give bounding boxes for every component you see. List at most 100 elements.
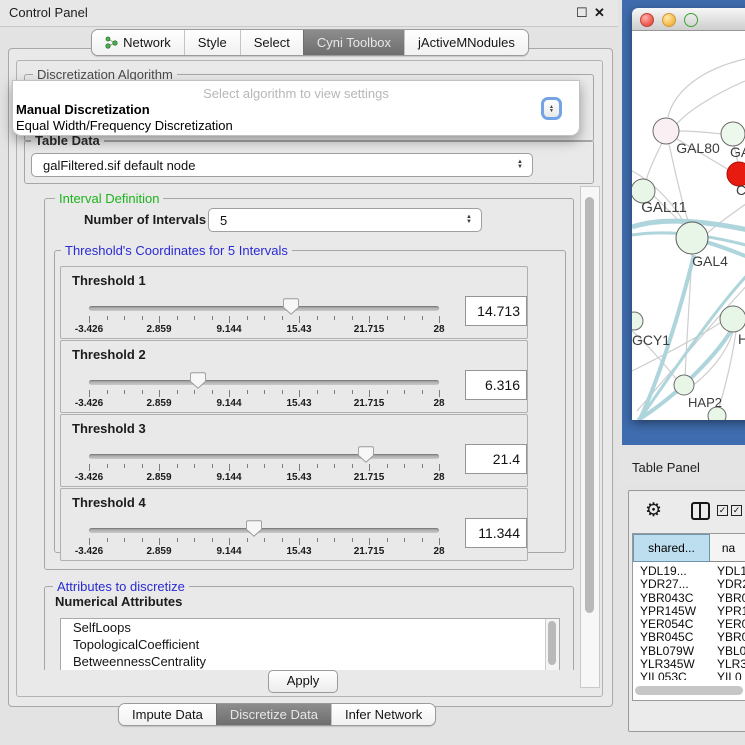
node-hap2[interactable]	[674, 375, 694, 395]
attributes-scrollbar[interactable]	[545, 619, 559, 670]
threshold-label: Threshold 4	[72, 495, 146, 510]
slider-tick	[124, 390, 125, 394]
slider-tick	[264, 316, 265, 320]
algorithm-combo-stepper[interactable]: ▲▼	[541, 97, 562, 120]
shared-name-cell: YDL19...	[640, 564, 687, 578]
algorithm-option-equal-width[interactable]: Equal Width/Frequency Discretization	[16, 118, 233, 133]
slider-tick-label: -3.426	[75, 472, 103, 483]
shared-name-cell: YBR043C	[640, 591, 693, 605]
slider-tick	[124, 538, 125, 542]
slider-tick	[89, 390, 90, 397]
node-label: HAP2	[688, 395, 722, 410]
attribute-list-item[interactable]: SelfLoops	[61, 619, 559, 636]
settings-scrollbar[interactable]	[580, 186, 600, 688]
zoom-traffic-light-icon[interactable]	[684, 13, 698, 27]
minimize-traffic-light-icon[interactable]	[662, 13, 676, 27]
chevron-down-icon: ▼	[549, 109, 554, 113]
tab-impute-data[interactable]: Impute Data	[119, 704, 216, 725]
split-columns-icon[interactable]	[691, 502, 710, 520]
algorithm-option-manual[interactable]: Manual Discretization	[16, 102, 150, 117]
column-header-name[interactable]: na	[710, 534, 745, 562]
slider-tick	[159, 316, 160, 323]
horizontal-scrollbar[interactable]	[635, 686, 743, 695]
slider-thumb[interactable]	[246, 520, 262, 537]
slider-tick	[422, 390, 423, 394]
control-panel-titlebar: Control Panel ☐ ✕	[0, 0, 618, 27]
table-row[interactable]: YDR27...YDR2	[633, 577, 745, 590]
slider-track[interactable]	[89, 454, 439, 459]
close-window-icon[interactable]: ✕	[594, 5, 605, 21]
slider-tick-label: 9.144	[216, 546, 241, 557]
slider-tick	[369, 316, 370, 323]
slider-tick	[387, 390, 388, 394]
slider-tick	[247, 390, 248, 394]
node-ga[interactable]	[721, 122, 745, 146]
table-row[interactable]: YIL053CYIL0	[633, 670, 745, 680]
shared-name-cell: YIL053C	[640, 670, 687, 680]
network-window-titlebar[interactable]	[632, 8, 745, 31]
table-rows: YDL19...YDL1YDR27...YDR2YBR043CYBR0YPR14…	[633, 564, 745, 680]
table-row[interactable]: YBR045CYBR0	[633, 630, 745, 643]
slider-tick	[247, 464, 248, 468]
slider-tick	[352, 464, 353, 468]
slider-tick	[352, 316, 353, 320]
numerical-attributes-list[interactable]: SelfLoopsTopologicalCoefficientBetweenne…	[60, 618, 560, 670]
tab-infer-network[interactable]: Infer Network	[331, 704, 435, 725]
node-gal4[interactable]	[676, 222, 708, 254]
node-h[interactable]	[720, 306, 745, 332]
table-header-row: shared... na	[633, 534, 745, 562]
tab-network[interactable]: Network	[92, 30, 184, 55]
node-label: H	[738, 331, 745, 347]
threshold-value-field[interactable]	[465, 518, 527, 548]
slider-track[interactable]	[89, 306, 439, 311]
slider-track[interactable]	[89, 528, 439, 533]
table-row[interactable]: YBL079WYBL0	[633, 644, 745, 657]
threshold-value-field[interactable]	[465, 296, 527, 326]
slider-tick	[404, 316, 405, 320]
column-header-shared-name[interactable]: shared...	[633, 534, 710, 562]
slider-tick-label: -3.426	[75, 398, 103, 409]
table-row[interactable]: YPR145WYPR1	[633, 604, 745, 617]
table-row[interactable]: YBR043CYBR0	[633, 591, 745, 604]
node-gcy1[interactable]	[632, 312, 643, 330]
node-gal80[interactable]	[653, 118, 679, 144]
node-label: C	[736, 182, 745, 198]
close-traffic-light-icon[interactable]	[640, 13, 654, 27]
slider-tick	[247, 316, 248, 320]
tab-cyni-toolbox[interactable]: Cyni Toolbox	[303, 30, 404, 55]
table-panel-titlebar: Table Panel	[618, 450, 745, 484]
tab-style[interactable]: Style	[184, 30, 240, 55]
attribute-list-item[interactable]: TopologicalCoefficient	[61, 636, 559, 653]
table-row[interactable]: YLR345WYLR3	[633, 657, 745, 670]
node-label: GCY1	[632, 332, 670, 348]
number-of-intervals-combo[interactable]: 5 ▲▼	[208, 208, 482, 232]
threshold-row: Threshold 1-3.4262.8599.14415.4321.71528	[60, 266, 528, 339]
apply-button[interactable]: Apply	[268, 670, 338, 693]
attribute-list-item[interactable]: BetweennessCentrality	[61, 653, 559, 670]
table-row[interactable]: YER054CYER0	[633, 617, 745, 630]
slider-tick	[369, 390, 370, 397]
tab-select[interactable]: Select	[240, 30, 303, 55]
interval-definition-label: Interval Definition	[55, 191, 163, 206]
gear-icon[interactable]: ⚙	[645, 499, 662, 522]
slider-tick	[317, 464, 318, 468]
threshold-value-field[interactable]	[465, 444, 527, 474]
table-data-combo[interactable]: galFiltered.sif default node ▲▼	[31, 153, 533, 177]
checkbox-icon[interactable]: ✓	[731, 505, 742, 516]
slider-thumb[interactable]	[190, 372, 206, 389]
tab-discretize-data[interactable]: Discretize Data	[216, 704, 331, 725]
slider-thumb[interactable]	[358, 446, 374, 463]
slider-tick	[142, 538, 143, 542]
network-view-window[interactable]: GAL80 GA GAL11 C GAL4 GCY1 H HAP2	[632, 8, 745, 420]
slider-tick	[299, 538, 300, 545]
threshold-value-field[interactable]	[465, 370, 527, 400]
slider-track[interactable]	[89, 380, 439, 385]
tab-jactivemnodules[interactable]: jActiveMNodules	[404, 30, 528, 55]
table-row[interactable]: YDL19...YDL1	[633, 564, 745, 577]
float-window-icon[interactable]: ☐	[576, 5, 588, 21]
slider-tick-label: 9.144	[216, 398, 241, 409]
slider-thumb[interactable]	[283, 298, 299, 315]
network-canvas[interactable]: GAL80 GA GAL11 C GAL4 GCY1 H HAP2	[632, 31, 745, 420]
checkbox-icon[interactable]: ✓	[717, 505, 728, 516]
shared-name-cell: YDR27...	[640, 577, 689, 591]
